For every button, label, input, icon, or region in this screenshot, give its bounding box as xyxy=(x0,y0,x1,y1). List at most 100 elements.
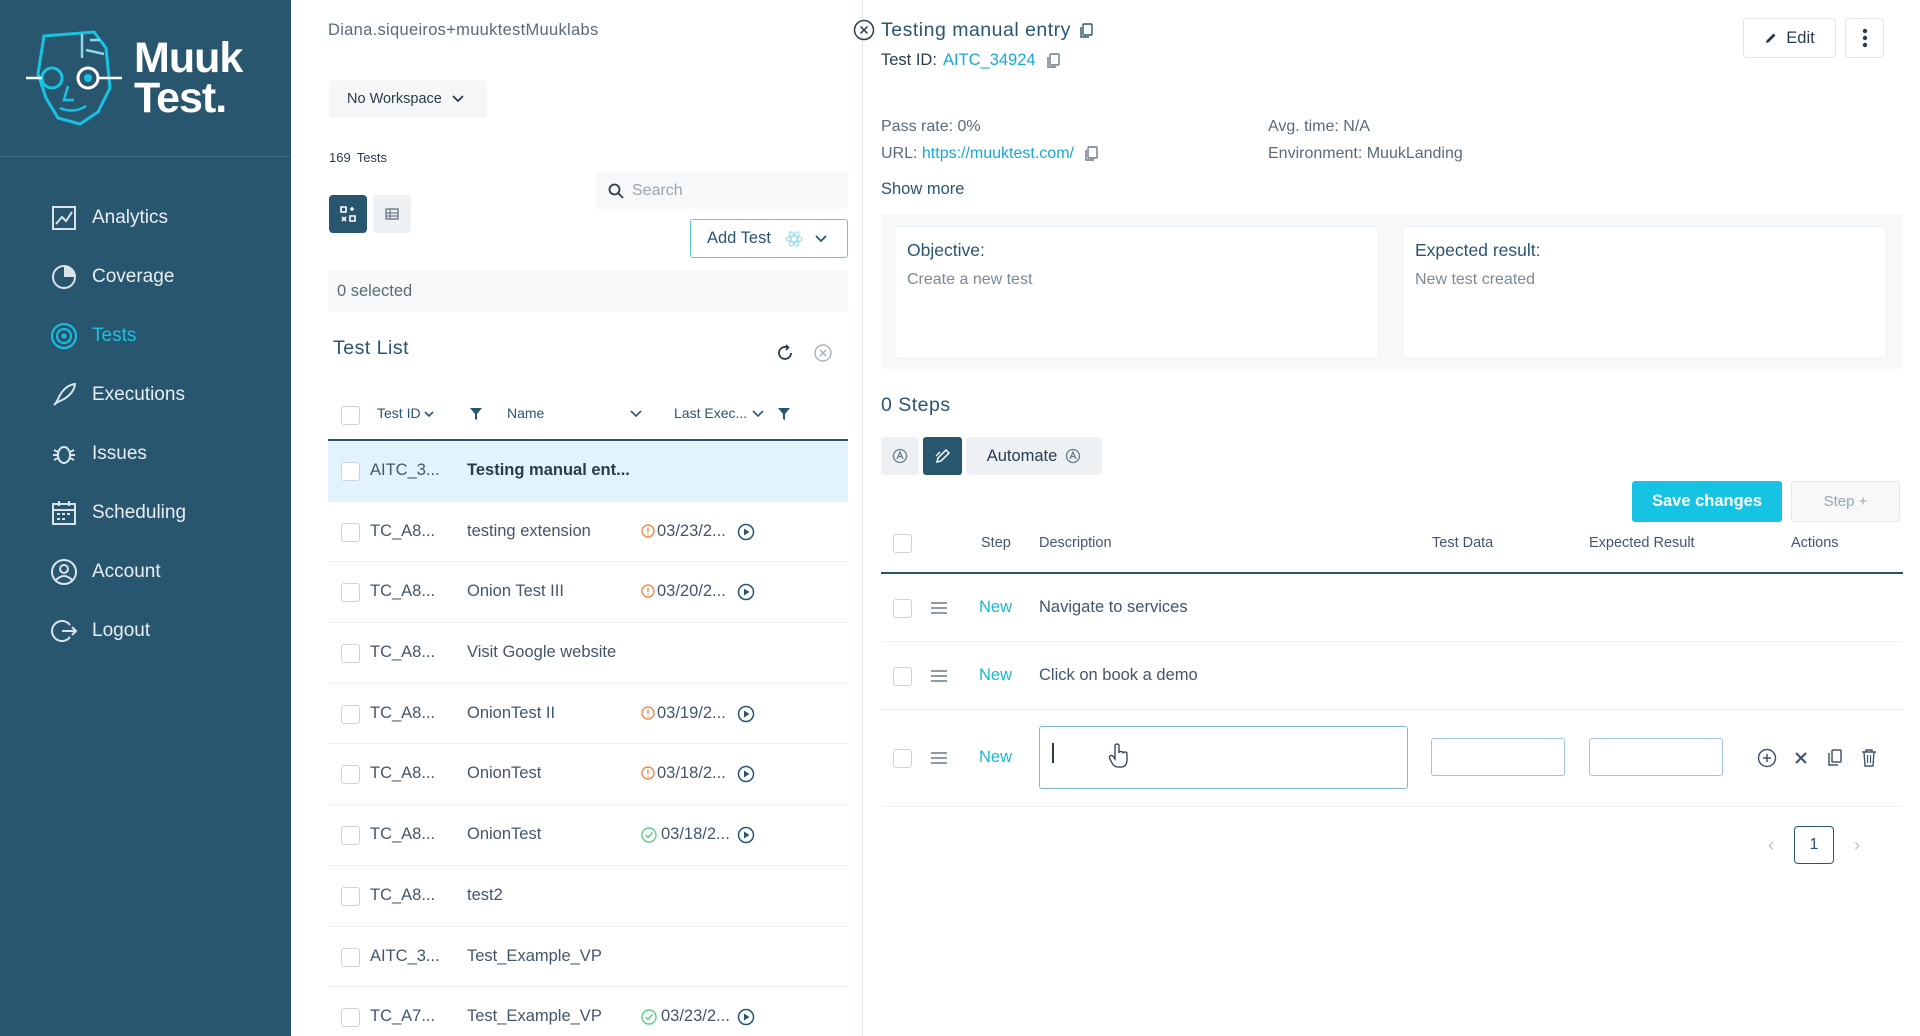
step-checkbox[interactable] xyxy=(893,599,912,618)
column-test-id[interactable]: Test ID xyxy=(377,405,435,421)
sidebar-item-scheduling[interactable]: Scheduling xyxy=(0,483,291,542)
row-checkbox[interactable] xyxy=(341,765,360,785)
list-view-button[interactable] xyxy=(373,195,411,233)
table-row[interactable]: TC_A8... Visit Google website xyxy=(328,623,848,684)
play-icon[interactable] xyxy=(737,765,755,783)
row-checkbox[interactable] xyxy=(341,522,360,542)
select-all-steps-checkbox[interactable] xyxy=(893,534,912,553)
table-row[interactable]: TC_A8... OnionTest II 03/19/2... xyxy=(328,684,848,745)
row-checkbox[interactable] xyxy=(341,704,360,724)
refresh-icon[interactable] xyxy=(775,343,795,363)
logo-wordmark: Muuk Test. xyxy=(134,37,243,120)
filter-icon[interactable] xyxy=(470,408,482,420)
row-last-exec: 03/23/2... xyxy=(657,521,726,540)
row-checkbox[interactable] xyxy=(341,462,360,481)
add-test-button[interactable]: Add Test xyxy=(690,219,848,258)
chevron-down-icon[interactable] xyxy=(752,410,764,418)
play-icon[interactable] xyxy=(737,583,755,601)
play-icon[interactable] xyxy=(737,705,755,723)
table-row[interactable]: AITC_3... Testing manual ent... xyxy=(328,441,848,502)
show-more-link[interactable]: Show more xyxy=(881,180,964,199)
table-row[interactable]: TC_A8... OnionTest 03/18/2... xyxy=(328,744,848,806)
table-row[interactable]: TC_A8... Onion Test III 03/20/2... xyxy=(328,562,848,624)
chevron-down-icon[interactable] xyxy=(630,410,642,418)
add-step-button[interactable]: Step + xyxy=(1791,481,1900,522)
rocket-icon xyxy=(48,379,80,411)
copy-icon[interactable] xyxy=(1046,52,1061,69)
table-row[interactable]: TC_A8... testing extension 03/23/2... xyxy=(328,502,848,563)
chevron-down-icon xyxy=(815,234,827,242)
close-icon[interactable] xyxy=(1794,751,1808,765)
warning-status-icon xyxy=(641,766,655,781)
row-test-id: TC_A8... xyxy=(370,703,436,722)
expected-result-input[interactable] xyxy=(1589,738,1723,776)
column-name[interactable]: Name xyxy=(507,405,544,421)
url-link[interactable]: https://muuktest.com/ xyxy=(922,145,1074,163)
copy-icon[interactable] xyxy=(1084,146,1099,162)
more-options-button[interactable] xyxy=(1845,18,1884,58)
add-circle-icon[interactable] xyxy=(1757,748,1777,768)
row-checkbox[interactable] xyxy=(341,1008,360,1028)
test-id-value[interactable]: AITC_34924 xyxy=(943,51,1036,70)
sidebar-item-executions[interactable]: Executions xyxy=(0,365,291,424)
play-icon[interactable] xyxy=(737,523,755,541)
objective-value: Create a new test xyxy=(907,271,1033,288)
record-mode-button[interactable] xyxy=(881,437,919,475)
search-input[interactable]: Search xyxy=(596,173,848,209)
filter-icon[interactable] xyxy=(778,408,790,420)
sidebar-item-tests[interactable]: Tests xyxy=(0,306,291,365)
step-description-input[interactable] xyxy=(1039,726,1408,789)
chevron-left-icon[interactable]: ‹ xyxy=(1768,835,1774,856)
step-checkbox[interactable] xyxy=(893,667,912,686)
pagination: ‹ 1 › xyxy=(1768,826,1860,864)
manual-mode-button[interactable] xyxy=(923,437,962,475)
hand-cursor-icon xyxy=(1108,743,1128,768)
view-toggle xyxy=(329,195,417,233)
table-row[interactable]: TC_A8... OnionTest 03/18/2... xyxy=(328,805,848,866)
grid-view-button[interactable] xyxy=(329,195,367,233)
clear-filter-icon[interactable] xyxy=(813,343,833,363)
copy-icon[interactable] xyxy=(1827,749,1843,767)
table-row[interactable]: AITC_3... Test_Example_VP xyxy=(328,927,848,988)
step-row[interactable]: New Click on book a demo xyxy=(881,643,1903,710)
table-row[interactable]: TC_A8... test2 xyxy=(328,866,848,927)
trash-icon[interactable] xyxy=(1861,748,1877,768)
row-checkbox[interactable] xyxy=(341,826,360,846)
step-status: New xyxy=(979,666,1013,684)
chevron-down-icon xyxy=(424,411,435,418)
expected-result-card: Expected result: New test created xyxy=(1402,226,1887,359)
page-number[interactable]: 1 xyxy=(1794,826,1834,864)
column-last-exec[interactable]: Last Exec... xyxy=(674,405,747,421)
select-all-checkbox[interactable] xyxy=(341,406,360,425)
table-row[interactable]: TC_A7... Test_Example_VP 03/23/2... xyxy=(328,987,848,1036)
row-test-name: Test_Example_VP xyxy=(467,946,602,965)
automate-button[interactable]: Automate xyxy=(966,437,1102,475)
sidebar-item-analytics[interactable]: Analytics xyxy=(0,188,291,247)
play-icon[interactable] xyxy=(737,826,755,844)
row-checkbox[interactable] xyxy=(341,947,360,967)
drag-handle-icon[interactable] xyxy=(931,751,947,765)
url-label: URL: xyxy=(881,145,918,162)
sidebar-item-issues[interactable]: Issues xyxy=(0,424,291,483)
row-test-name: Test_Example_VP xyxy=(467,1007,602,1026)
close-panel-icon[interactable] xyxy=(853,19,875,41)
drag-handle-icon[interactable] xyxy=(931,669,947,683)
edit-button[interactable]: Edit xyxy=(1743,18,1836,58)
step-checkbox[interactable] xyxy=(893,749,912,768)
row-checkbox[interactable] xyxy=(341,886,360,906)
workspace-select[interactable]: No Workspace xyxy=(329,80,487,118)
save-changes-button[interactable]: Save changes xyxy=(1632,481,1782,522)
sidebar-item-account[interactable]: Account xyxy=(0,542,291,601)
logo[interactable]: Muuk Test. xyxy=(0,0,291,157)
chevron-right-icon[interactable]: › xyxy=(1854,835,1860,856)
test-data-input[interactable] xyxy=(1431,738,1565,776)
row-checkbox[interactable] xyxy=(341,583,360,603)
copy-icon[interactable] xyxy=(1079,22,1094,39)
play-icon[interactable] xyxy=(737,1008,755,1026)
step-row[interactable]: New Navigate to services xyxy=(881,575,1903,642)
row-test-id: AITC_3... xyxy=(370,946,440,965)
sidebar-item-logout[interactable]: Logout xyxy=(0,601,291,660)
row-checkbox[interactable] xyxy=(341,644,360,664)
drag-handle-icon[interactable] xyxy=(931,601,947,615)
sidebar-item-coverage[interactable]: Coverage xyxy=(0,247,291,306)
